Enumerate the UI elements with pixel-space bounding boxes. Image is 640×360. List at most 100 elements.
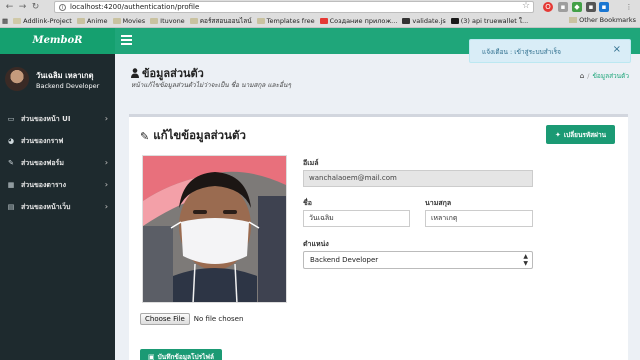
save-profile-button[interactable]: ▣ บันทึกข้อมูลโปรไฟล์ [140,349,222,360]
sidebar-item[interactable]: ▦ ส่วนของตาราง › [0,174,115,196]
file-icon: ▤ [7,203,15,211]
hamburger-menu-icon[interactable] [121,35,132,45]
alert-message: แจ้งเตือน : เข้าสู่ระบบสำเร็จ [482,48,561,56]
breadcrumb: ⌂ / ข้อมูลส่วนตัว [580,71,629,81]
bookmark-item[interactable]: validate.js [402,17,446,25]
sidebar-item-label: ส่วนของหน้าเว็บ [21,202,71,211]
bookmark-label: Addlink-Project [23,17,72,25]
bookmark-label: Anime [86,17,108,25]
bookmark-item[interactable]: Movies [112,17,146,25]
folder-icon [256,18,265,24]
folder-icon [150,18,159,24]
avatar [5,67,29,91]
home-icon[interactable]: ⌂ [580,72,584,80]
bookmark-item[interactable]: Создание прилож... [319,17,398,25]
table-icon: ▦ [7,181,15,189]
pie-chart-icon: ◕ [7,137,15,145]
chevron-right-icon: › [104,180,108,189]
breadcrumb-current: ข้อมูลส่วนตัว [592,72,629,80]
menu-dots-icon[interactable]: ⋮ [624,2,634,12]
bookmarks-bar: ▦ Addlink-Project Anime Movies Ituvone คอร์ส… [0,14,640,28]
folder-icon [76,18,85,24]
extension-icon[interactable]: ▪ [586,2,596,12]
edit-icon: ✎ [8,159,14,167]
bookmark-item[interactable]: Templates free [256,17,315,25]
bookmark-item[interactable]: คอร์สสอนออนไลน์ [189,16,252,26]
bookmark-item[interactable]: Ituvone [150,17,185,25]
box-title-text: แก้ไขข้อมูลส่วนตัว [153,128,246,142]
save-icon: ▣ [148,353,155,360]
edit-icon: ✎ [140,129,150,143]
profile-photo-image [143,156,286,302]
user-role: Backend Developer [36,82,100,90]
address-row: ← → ↻ i localhost:4200/authentication/pr… [0,0,640,14]
forward-icon[interactable]: → [16,1,29,13]
login-success-alert: แจ้งเตือน : เข้าสู่ระบบสำเร็จ × [469,39,631,63]
position-select[interactable]: Backend Developer ▲ ▼ [303,251,533,269]
user-name: วันเฉลิม เหลาเกตุ [36,71,94,80]
choose-file-button[interactable]: Choose File [140,313,190,325]
first-name-field[interactable]: วันเฉลิม [303,210,410,227]
sidebar-item[interactable]: ▤ ส่วนของหน้าเว็บ › [0,196,115,218]
change-password-label: เปลี่ยนรหัสผ่าน [563,130,607,139]
browser-chrome: ← → ↻ i localhost:4200/authentication/pr… [0,0,640,28]
chevron-right-icon: › [104,114,108,123]
position-label: ตำแหน่ง [303,240,329,248]
apps-icon[interactable]: ▦ [2,17,8,25]
extension-icon[interactable]: ▪ [558,2,568,12]
profile-photo [142,155,287,303]
user-icon [131,68,139,78]
select-arrows-icon: ▲ ▼ [523,253,528,267]
bookmark-star-icon[interactable]: ☆ [522,1,530,11]
save-profile-label: บันทึกข้อมูลโปรไฟล์ [157,353,214,360]
info-icon[interactable]: i [59,3,66,11]
extension-icon[interactable]: ▪ [599,2,609,12]
sidebar-item-label: ส่วนของหน้า UI [21,114,71,123]
bookmark-item[interactable]: (3) api truewallet ใ... [450,16,529,26]
bookmark-label: Templates free [266,17,315,25]
bookmark-label: Movies [122,17,146,25]
bookmark-item[interactable]: Addlink-Project [13,17,72,25]
bookmark-label: Ituvone [160,17,185,25]
user-panel: วันเฉลิม เหลาเกตุ Backend Developer [0,54,115,102]
sidebar-item[interactable]: ▭ ส่วนของหน้า UI › [0,108,115,130]
other-bookmarks[interactable]: Other Bookmarks [569,16,636,24]
logo[interactable]: MemboR [0,28,115,54]
chevron-right-icon: › [104,202,108,211]
position-value: Backend Developer [310,256,379,264]
file-upload: Choose File No file chosen [140,313,243,325]
folder-icon [112,18,121,24]
bookmark-label: Создание прилож... [329,17,398,25]
url-text: localhost:4200/authentication/profile [70,3,200,11]
page-subtitle: หน้าแก้ไขข้อมูลส่วนตัวไม่ว่าจะเป็น ชื่อ … [131,81,291,89]
bookmark-label: คอร์สสอนออนไลน์ [199,17,252,25]
change-password-button[interactable]: ✦ เปลี่ยนรหัสผ่าน [546,125,615,144]
close-icon[interactable]: × [613,45,621,55]
folder-icon [319,18,328,24]
sidebar: วันเฉลิม เหลาเกตุ Backend Developer ▭ ส่ว… [0,54,115,360]
reload-icon[interactable]: ↻ [29,1,42,13]
first-name-label: ชื่อ [303,199,312,207]
bookmark-item[interactable]: Anime [76,17,108,25]
sidebar-item[interactable]: ✎ ส่วนของฟอร์ม › [0,152,115,174]
address-bar[interactable]: i localhost:4200/authentication/profile [54,1,534,13]
chevron-right-icon: › [104,158,108,167]
back-icon[interactable]: ← [3,1,16,13]
breadcrumb-separator: / [587,72,590,80]
folder-icon [189,18,198,24]
sidebar-item-label: ส่วนของกราฟ [21,136,64,145]
last-name-field[interactable]: เหลาเกตุ [425,210,533,227]
opera-extension-icon[interactable]: O [543,2,553,12]
shield-extension-icon[interactable]: ◆ [572,2,582,12]
sidebar-item-label: ส่วนของฟอร์ม [21,158,64,167]
last-name-label: นามสกุล [425,199,452,207]
email-label: อีเมล์ [303,159,319,167]
bookmark-label: (3) api truewallet ใ... [460,17,529,25]
file-status: No file chosen [193,315,244,323]
folder-icon [13,18,22,24]
box-title: ✎ แก้ไขข้อมูลส่วนตัว [140,127,246,145]
email-field: wanchalaoem@mail.com [303,170,533,187]
bookmark-label: validate.js [412,17,446,25]
folder-icon [569,17,578,23]
sidebar-item[interactable]: ◕ ส่วนของกราฟ [0,130,115,152]
